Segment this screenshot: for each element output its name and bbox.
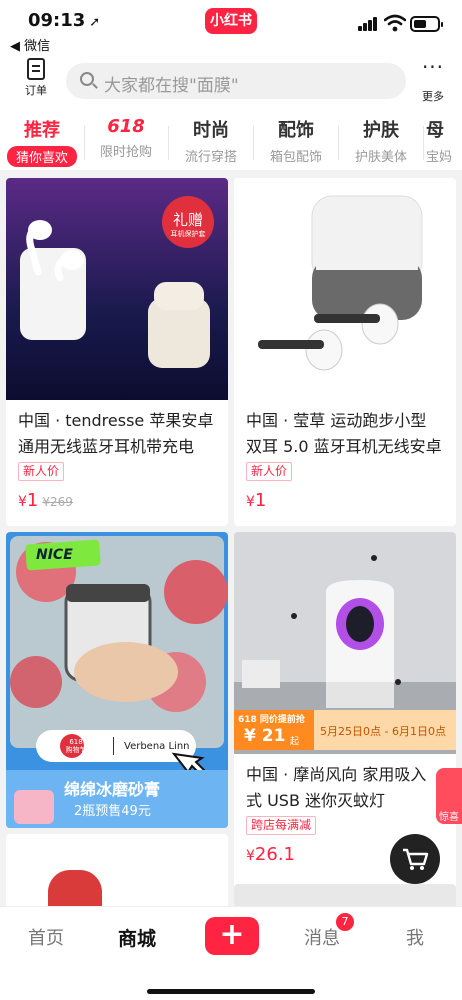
tab-fashion[interactable]: 时尚 流行穿搭	[171, 116, 251, 165]
location-arrow-icon: ➚	[89, 15, 101, 30]
product-image-earbuds-white	[234, 178, 456, 400]
orders-label: 订单	[25, 84, 47, 97]
promo-pill-text: 618	[69, 738, 83, 746]
nav-mall[interactable]: 商城	[118, 924, 156, 951]
tab-subtitle: 限时抢购	[99, 145, 152, 160]
tab-title: 618	[107, 116, 145, 137]
product-title-line2: 式 USB 迷你灭蚊灯	[246, 791, 386, 810]
tab-subtitle: 箱包配饰	[269, 150, 322, 165]
status-bar: 09:13 ➚ ◀ 微信 小红书	[0, 0, 462, 56]
nice-sticker: NICE	[36, 547, 73, 563]
original-price: ¥269	[42, 495, 73, 509]
status-time: 09:13 ➚	[28, 10, 100, 31]
search-input[interactable]: 大家都在搜"面膜"	[66, 63, 406, 99]
product-card[interactable]	[6, 834, 228, 914]
wifi-icon	[384, 14, 406, 32]
search-placeholder: 大家都在搜"面膜"	[104, 76, 239, 96]
product-card[interactable]: NICE 618 购物节 Verbena Linn 绵绵冰磨砂膏 2瓶预售49元	[6, 532, 228, 828]
orders-icon	[27, 58, 45, 80]
tab-title: 配饰	[278, 120, 314, 141]
tab-divider	[253, 126, 254, 160]
tab-subtitle: 流行穿搭	[184, 150, 237, 165]
nav-messages[interactable]: 消息	[304, 924, 340, 950]
new-user-price-tag: 新人价	[18, 462, 65, 481]
price-value: 1	[26, 490, 39, 511]
new-user-price-tag: 新人价	[246, 462, 293, 481]
plus-icon: +	[219, 917, 245, 952]
tab-subtitle: 护肤美体	[354, 150, 407, 165]
product-card[interactable]: 中国 · 莹草 运动跑步小型 双耳 5.0 蓝牙耳机无线安卓 新人价 ¥1	[234, 178, 456, 526]
product-title-line1: 中国 · 摩尚风向 家用吸入	[246, 765, 427, 784]
messages-badge: 7	[336, 913, 354, 931]
tab-title: 推荐	[24, 120, 60, 141]
price-value: 1	[254, 490, 267, 511]
cart-icon	[403, 848, 429, 870]
nav-home[interactable]: 首页	[28, 924, 64, 950]
back-to-wechat[interactable]: ◀ 微信	[10, 35, 50, 54]
tab-divider	[84, 126, 85, 160]
orders-button[interactable]: 订单	[18, 58, 54, 98]
tab-accessories[interactable]: 配饰 箱包配饰	[256, 116, 336, 165]
tab-618[interactable]: 618 限时抢购	[86, 116, 166, 160]
banner-618: 618 同价提前抢	[238, 715, 305, 725]
product-price: ¥26.1	[246, 844, 295, 865]
screen: 09:13➚ ◀ 微信 小红书 订单 大家都在搜"面膜" ··· 更多 推荐	[0, 0, 462, 1000]
cross-store-discount-tag: 跨店每满减	[246, 816, 317, 835]
battery-icon	[410, 16, 443, 32]
search-header: 订单 大家都在搜"面膜" ··· 更多	[0, 56, 462, 108]
app-logo: 小红书	[205, 8, 257, 34]
promo-banner: 618 同价提前抢 ¥ 21 起 5月25日0点 - 6月1日0点	[234, 710, 456, 750]
promo-pill-sub: 购物节	[65, 746, 87, 754]
tab-divider	[338, 126, 339, 160]
post-button[interactable]: +	[205, 917, 259, 955]
product-title-line2: 双耳 5.0 蓝牙耳机无线安卓	[246, 437, 442, 456]
tab-title: 护肤	[363, 120, 399, 141]
banner-dates: 5月25日0点 - 6月1日0点	[320, 725, 446, 738]
product-price: ¥1	[246, 490, 267, 511]
nav-me[interactable]: 我	[406, 924, 424, 950]
tab-title: 时尚	[193, 120, 229, 141]
product-deal: 2瓶预售49元	[74, 804, 151, 819]
cart-button[interactable]	[390, 834, 440, 884]
product-title-line1: 中国 · 莹草 运动跑步小型	[246, 411, 427, 430]
tab-mother[interactable]: 母 宝妈	[422, 116, 462, 165]
price-value: 26.1	[254, 844, 295, 865]
side-promo-tab[interactable]: 惊喜抽	[436, 768, 462, 838]
more-button[interactable]: ··· 更多	[416, 55, 450, 104]
bottom-nav: 首页 商城 + 消息 7 我	[0, 906, 462, 1000]
home-indicator	[147, 989, 315, 994]
banner-price: ¥ 21	[244, 726, 286, 746]
more-label: 更多	[422, 90, 444, 103]
product-title-line1: 中国 · tendresse 苹果安卓	[18, 411, 214, 430]
more-dots-icon: ···	[421, 55, 445, 79]
product-title-line2: 通用无线蓝牙耳机带充电	[18, 437, 195, 456]
tab-recommend[interactable]: 推荐 猜你喜欢	[2, 116, 82, 167]
time-text: 09:13	[28, 10, 86, 31]
promo-pill: 618 购物节	[64, 738, 88, 754]
gift-badge-sub: 耳机保护套	[170, 230, 206, 238]
search-icon	[80, 72, 94, 86]
tab-divider	[168, 126, 169, 160]
tab-subtitle: 宝妈	[426, 150, 453, 165]
signal-icon	[358, 17, 378, 31]
tab-subtitle: 猜你喜欢	[7, 146, 77, 167]
tab-title: 母	[426, 120, 444, 141]
product-price: ¥1 ¥269	[18, 490, 73, 511]
tab-skincare[interactable]: 护肤 护肤美体	[341, 116, 421, 165]
category-tabs: 推荐 猜你喜欢 618 限时抢购 时尚 流行穿搭 配饰 箱包配饰 护肤 护肤美体…	[0, 108, 462, 170]
gift-badge: 礼赠	[172, 211, 203, 229]
product-card[interactable]: 礼赠 耳机保护套 中国 · tendresse 苹果安卓 通用无线蓝牙耳机带充电…	[6, 178, 228, 526]
banner-unit: 起	[290, 737, 300, 747]
brand-name: Verbena Linn	[124, 741, 190, 752]
product-name: 绵绵冰磨砂膏	[64, 780, 161, 799]
